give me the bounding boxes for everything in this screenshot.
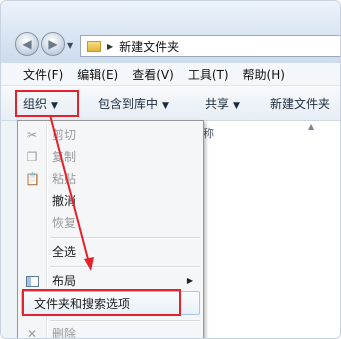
include-in-library-button[interactable]: 包含到库中 ▼ (98, 95, 169, 112)
chevron-down-icon: ▼ (233, 101, 240, 111)
include-in-library-label: 包含到库中 (98, 97, 159, 111)
menu-item-paste[interactable]: 📋 粘贴 (18, 168, 203, 190)
menu-item-label: 全选 (52, 245, 77, 259)
forward-button[interactable]: ▶ (41, 32, 65, 56)
menu-item-copy[interactable]: ❐ 复制 (18, 146, 203, 168)
name-column-header[interactable]: 称 (203, 125, 214, 141)
recent-pages-dropdown-icon[interactable]: ▼ (67, 41, 73, 50)
explorer-window: ◀ ▶ ▼ ▶ 新建文件夹 文件(F) 编辑(E) 查看(V) 工具(T) 帮助… (0, 0, 341, 339)
submenu-arrow-icon: ▶ (186, 276, 193, 285)
menu-separator (50, 266, 200, 268)
organize-highlight-box (15, 90, 79, 117)
breadcrumb-chevron-icon[interactable]: ▶ (107, 42, 113, 51)
menu-edit[interactable]: 编辑(E) (69, 66, 124, 83)
forward-arrow-icon: ▶ (48, 37, 58, 51)
breadcrumb-current[interactable]: 新建文件夹 (119, 38, 179, 55)
menu-item-label: 撤消 (52, 194, 77, 208)
menu-item-select-all[interactable]: 全选 (18, 241, 203, 263)
layout-icon (26, 276, 39, 287)
menu-item-label: 复制 (52, 150, 77, 164)
menu-item-delete[interactable]: ✕ 删除 (18, 323, 203, 339)
menu-bar: 文件(F) 编辑(E) 查看(V) 工具(T) 帮助(H) (1, 63, 340, 86)
menu-tools[interactable]: 工具(T) (180, 66, 235, 83)
paste-icon: 📋 (25, 172, 40, 186)
share-button[interactable]: 共享 ▼ (205, 95, 240, 112)
menu-item-label: 恢复 (52, 216, 77, 230)
chevron-down-icon: ▼ (162, 101, 169, 111)
menu-item-label: 粘贴 (52, 172, 77, 186)
share-label: 共享 (205, 97, 230, 111)
menu-item-cut[interactable]: ✂ 剪切 (18, 124, 203, 146)
menu-item-redo[interactable]: 恢复 (18, 212, 203, 234)
copy-icon: ❐ (26, 150, 38, 164)
menu-file[interactable]: 文件(F) (1, 66, 69, 83)
menu-item-undo[interactable]: 撤消 (18, 190, 203, 212)
menu-view[interactable]: 查看(V) (124, 66, 180, 83)
folder-options-highlight-box (22, 289, 181, 316)
menu-separator (50, 237, 200, 239)
folder-icon (87, 40, 101, 52)
title-bar: ◀ ▶ ▼ ▶ 新建文件夹 (1, 1, 340, 63)
back-button[interactable]: ◀ (15, 32, 39, 56)
back-arrow-icon: ◀ (22, 37, 32, 51)
delete-icon: ✕ (26, 327, 38, 339)
address-bar[interactable]: ▶ 新建文件夹 (80, 35, 340, 57)
scissors-icon: ✂ (26, 128, 38, 142)
sort-caret-icon: ▲ (308, 122, 315, 131)
menu-item-label: 剪切 (52, 128, 77, 142)
menu-item-label: 删除 (52, 327, 77, 339)
menu-help[interactable]: 帮助(H) (235, 66, 291, 83)
new-folder-button[interactable]: 新建文件夹 (270, 95, 330, 112)
menu-separator (50, 320, 200, 322)
